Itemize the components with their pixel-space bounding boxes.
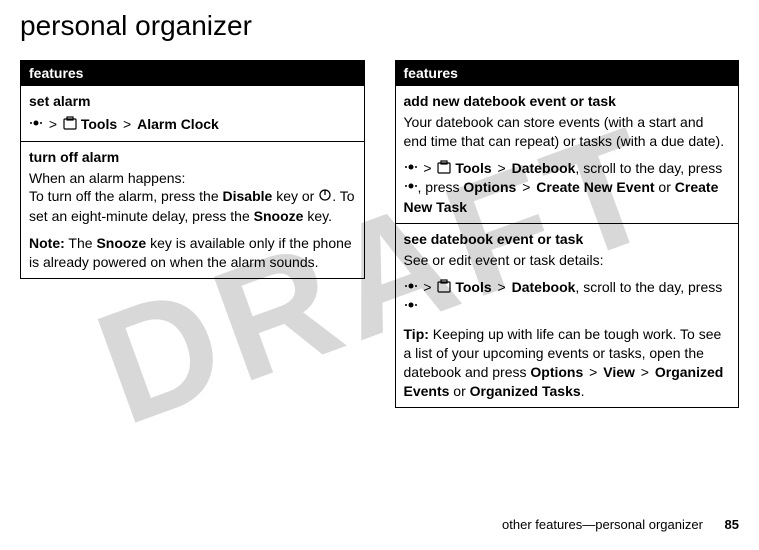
tools-label: Tools	[81, 116, 117, 132]
center-key-icon	[404, 279, 418, 298]
separator: >	[522, 179, 530, 195]
separator: >	[641, 364, 649, 380]
table-row: turn off alarm When an alarm happens: To…	[21, 141, 365, 278]
center-key-icon	[29, 116, 43, 135]
body-text: key.	[303, 208, 332, 224]
body-text: key or	[272, 188, 318, 204]
nav-path: > Tools > Datebook, scroll to the day, p…	[404, 159, 731, 217]
nav-path: > Tools > Datebook, scroll to the day, p…	[404, 278, 731, 317]
tools-icon	[63, 116, 77, 135]
table-header-row: features	[395, 61, 739, 86]
page-title: personal organizer	[20, 10, 739, 42]
center-key-icon	[404, 160, 418, 179]
separator: >	[589, 364, 597, 380]
body-text: , scroll to the day, press	[575, 160, 722, 176]
separator: >	[123, 116, 131, 132]
table-header: features	[21, 61, 365, 86]
snooze-key: Snooze	[254, 208, 304, 224]
features-table-left: features set alarm > Tools > Alarm Clock	[20, 60, 365, 279]
snooze-key: Snooze	[96, 235, 146, 251]
table-row: add new datebook event or task Your date…	[395, 86, 739, 224]
row-title: turn off alarm	[29, 148, 356, 167]
left-column: features set alarm > Tools > Alarm Clock	[20, 60, 365, 408]
separator: >	[498, 279, 506, 295]
datebook-label: Datebook	[512, 279, 576, 295]
center-key-icon	[404, 298, 418, 317]
body-text: To turn off the alarm, press the	[29, 188, 223, 204]
tip-label: Tip:	[404, 326, 429, 342]
table-row: set alarm > Tools > Alarm Clock	[21, 86, 365, 142]
tip-block: Tip: Keeping up with life can be tough w…	[404, 325, 731, 401]
row-title: add new datebook event or task	[404, 92, 731, 111]
tools-label: Tools	[455, 160, 491, 176]
power-key-icon	[318, 188, 332, 207]
body-text: , scroll to the day, press	[575, 279, 722, 295]
tools-icon	[437, 279, 451, 298]
options-label: Options	[530, 364, 583, 380]
body-text: or	[655, 179, 675, 195]
table-header: features	[395, 61, 739, 86]
view-label: View	[603, 364, 635, 380]
table-row: see datebook event or task See or edit e…	[395, 224, 739, 408]
columns: features set alarm > Tools > Alarm Clock	[20, 60, 739, 408]
page-content: personal organizer features set alarm > …	[0, 0, 759, 418]
tools-label: Tools	[455, 279, 491, 295]
row-title: set alarm	[29, 92, 356, 111]
body-text: , press	[418, 179, 464, 195]
disable-key: Disable	[223, 188, 273, 204]
features-table-right: features add new datebook event or task …	[395, 60, 740, 408]
table-header-row: features	[21, 61, 365, 86]
row-title: see datebook event or task	[404, 230, 731, 249]
body-text: When an alarm happens:	[29, 170, 185, 186]
row-body: See or edit event or task details:	[404, 251, 731, 270]
note-text: The	[65, 235, 97, 251]
right-column: features add new datebook event or task …	[395, 60, 740, 408]
separator: >	[423, 279, 431, 295]
note-label: Note:	[29, 235, 65, 251]
body-text: .	[581, 383, 585, 399]
options-label: Options	[463, 179, 516, 195]
separator: >	[498, 160, 506, 176]
body-text: or	[449, 383, 469, 399]
page-number: 85	[725, 517, 739, 532]
organized-tasks-label: Organized Tasks	[470, 383, 581, 399]
row-body: When an alarm happens: To turn off the a…	[29, 169, 356, 227]
footer-text: other features—personal organizer	[502, 517, 703, 532]
row-body: Your datebook can store events (with a s…	[404, 113, 731, 151]
separator: >	[49, 116, 57, 132]
separator: >	[423, 160, 431, 176]
note-block: Note: The Snooze key is available only i…	[29, 234, 356, 272]
datebook-label: Datebook	[512, 160, 576, 176]
page-footer: other features—personal organizer 85	[502, 517, 739, 532]
tools-icon	[437, 160, 451, 179]
center-key-icon	[404, 179, 418, 198]
create-new-event-label: Create New Event	[536, 179, 654, 195]
alarm-clock-label: Alarm Clock	[137, 116, 219, 132]
nav-path: > Tools > Alarm Clock	[29, 115, 356, 135]
